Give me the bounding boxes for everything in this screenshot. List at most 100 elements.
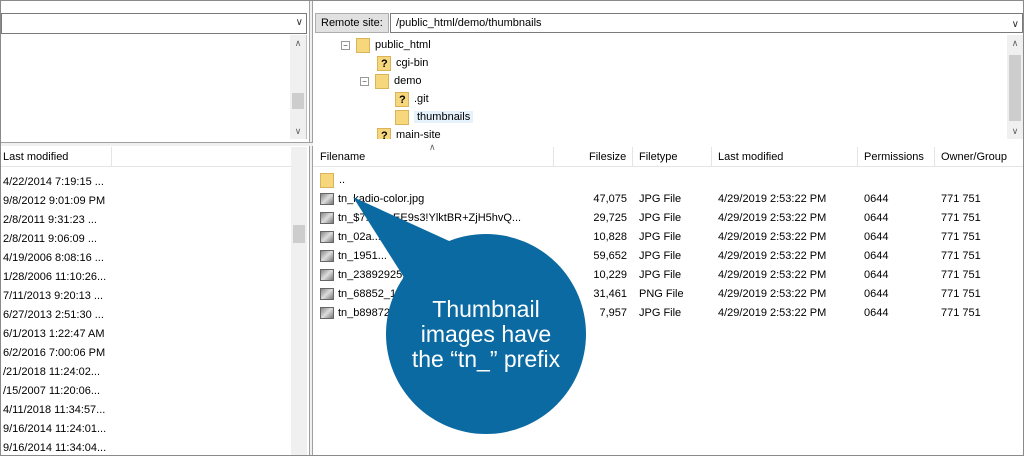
column-separator[interactable] [934,147,935,167]
local-site-pane: ∨ ∧ ∨ Last modified 4/22/2014 7:19:15 ..… [1,1,309,455]
cell-modified: 4/29/2019 2:53:22 PM [718,247,854,266]
cell-name: tn_$7...Z.!zEE9s3!YlktBR+ZjH5hvQ... [320,209,552,228]
chevron-down-icon[interactable]: ∨ [1012,16,1019,34]
tree-item-demo[interactable]: − demo [360,72,422,90]
table-row[interactable]: 2/8/2011 9:06:09 ... [1,230,106,249]
cell-text: 4/29/2019 2:53:22 PM [718,307,827,319]
tree-item-label: cgi-bin [396,57,429,69]
table-row[interactable]: 9/8/2012 9:01:09 PM [1,192,106,211]
scroll-up-icon[interactable]: ∧ [290,35,306,51]
cell-perm: 0644 [864,247,929,266]
scroll-thumb[interactable] [293,225,305,243]
sort-ascending-icon: ∧ [429,142,436,152]
cell-text: tn_02a...ie.png [338,231,411,243]
tree-item-cgi-bin[interactable]: cgi-bin [377,54,429,73]
callout-text: Thumbnail images have the “tn_” prefix [411,295,561,372]
collapse-icon[interactable]: − [360,76,369,86]
tree-item-public-html[interactable]: − public_html [341,36,431,54]
cell-text: 4/29/2019 2:53:22 PM [718,269,827,281]
column-owner-group[interactable]: Owner/Group [941,151,1007,163]
cell-modified: 4/29/2019 2:53:22 PM [718,209,854,228]
column-filetype[interactable]: Filetype [639,151,678,163]
cell-text: JPG File [639,231,682,243]
column-separator[interactable] [553,147,554,167]
cell-text: JPG File [639,193,682,205]
table-row[interactable]: 9/16/2014 11:34:04... [1,439,106,455]
table-row[interactable]: 4/22/2014 7:19:15 ... [1,173,106,192]
cell-size: 10,828 [553,228,627,247]
table-row[interactable]: 4/19/2006 8:08:16 ... [1,249,106,268]
table-row[interactable]: 6/1/2013 1:22:47 AM [1,325,106,344]
column-last-modified[interactable]: Last modified [3,151,68,163]
table-row[interactable]: 9/16/2014 11:24:01... [1,420,106,439]
remote-list-header: ∧ Filename Filesize Filetype Last modifi… [313,142,1023,167]
tree-item-label: .git [414,93,429,105]
table-row[interactable]: 6/2/2016 7:00:06 PM [1,344,106,363]
column-separator[interactable] [111,147,112,167]
cell-text: 0644 [864,231,889,243]
table-row[interactable]: tn_$7...Z.!zEE9s3!YlktBR+ZjH5hvQ... 29,72… [313,209,1023,228]
local-list-scrollbar[interactable] [291,147,307,455]
remote-site-bar: Remote site: /public_html/demo/thumbnail… [313,12,1023,34]
folder-icon [375,73,389,89]
local-list-header: Last modified [1,147,291,167]
cell-text: tn_23892925... [338,269,412,281]
local-tree-scrollbar[interactable]: ∧ ∨ [290,35,306,139]
cell-text: JPG File [639,212,682,224]
table-row[interactable]: /21/2018 11:24:02... [1,363,106,382]
parent-directory-row[interactable]: .. [313,171,1023,190]
local-directory-tree[interactable]: ∧ ∨ [1,35,307,139]
column-separator[interactable] [632,147,633,167]
tree-item-label: main-site [396,129,441,139]
table-row[interactable]: 7/11/2013 9:20:13 ... [1,287,106,306]
table-row[interactable]: 1/28/2006 11:10:26... [1,268,106,287]
cell-size: 29,725 [553,209,627,228]
table-row[interactable]: 6/27/2013 2:51:30 ... [1,306,106,325]
remote-path-combobox[interactable]: /public_html/demo/thumbnails ∨ [390,13,1023,33]
scroll-thumb[interactable] [292,93,304,109]
file-name: .. [339,174,346,186]
column-filesize[interactable]: Filesize [589,151,626,163]
table-row[interactable]: 2/8/2011 9:31:23 ... [1,211,106,230]
cell-text: 4/29/2019 2:53:22 PM [718,288,827,300]
column-separator[interactable] [711,147,712,167]
tree-item-git[interactable]: .git [395,90,429,109]
column-last-modified[interactable]: Last modified [718,151,783,163]
image-file-icon [320,288,334,301]
cell-text: 0644 [864,212,889,224]
tree-item-label: demo [394,75,422,87]
column-separator[interactable] [857,147,858,167]
scroll-down-icon[interactable]: ∨ [1007,123,1023,139]
folder-icon [395,109,409,125]
remote-tree-scrollbar[interactable]: ∧ ∨ [1007,35,1023,139]
cell-text: JPG File [639,269,682,281]
table-row[interactable]: tn_02a...ie.png 10,828 JPG File 4/29/2019 2… [313,228,1023,247]
cell-text: 4/29/2019 2:53:22 PM [718,231,827,243]
chevron-down-icon[interactable]: ∨ [296,17,303,28]
unknown-folder-icon [377,55,391,73]
cell-modified: 4/29/2019 2:53:22 PM [718,266,854,285]
scroll-down-icon[interactable]: ∨ [290,123,306,139]
remote-path-value[interactable]: /public_html/demo/thumbnails [396,17,542,29]
table-row[interactable]: 4/11/2018 11:34:57... [1,401,106,420]
table-row[interactable]: /15/2007 11:20:06... [1,382,106,401]
tree-item-main-site[interactable]: main-site [377,126,441,139]
column-filename[interactable]: Filename [320,151,365,163]
local-path-combobox[interactable]: ∨ [1,13,307,34]
cell-text: JPG File [639,250,682,262]
scroll-thumb[interactable] [1009,55,1021,121]
cell-owner: 771 751 [941,247,1011,266]
column-permissions[interactable]: Permissions [864,151,924,163]
cell-text: 771 751 [941,231,981,243]
cell-text: 771 751 [941,212,981,224]
scroll-up-icon[interactable]: ∧ [1007,35,1023,51]
remote-directory-tree[interactable]: − public_html cgi-bin − demo .git thumbnai… [313,35,1023,139]
collapse-icon[interactable]: − [341,40,350,50]
cell-owner: 771 751 [941,266,1011,285]
local-file-list[interactable]: Last modified 4/22/2014 7:19:15 ... 9/8/2… [1,147,307,455]
cell-type: JPG File [639,247,709,266]
table-row[interactable]: tn_kadio-color.jpg 47,075 JPG File 4/29/201… [313,190,1023,209]
cell-type: PNG File [639,285,709,304]
cell-text: 29,725 [593,212,627,224]
tree-item-thumbnails[interactable]: thumbnails [395,108,474,126]
